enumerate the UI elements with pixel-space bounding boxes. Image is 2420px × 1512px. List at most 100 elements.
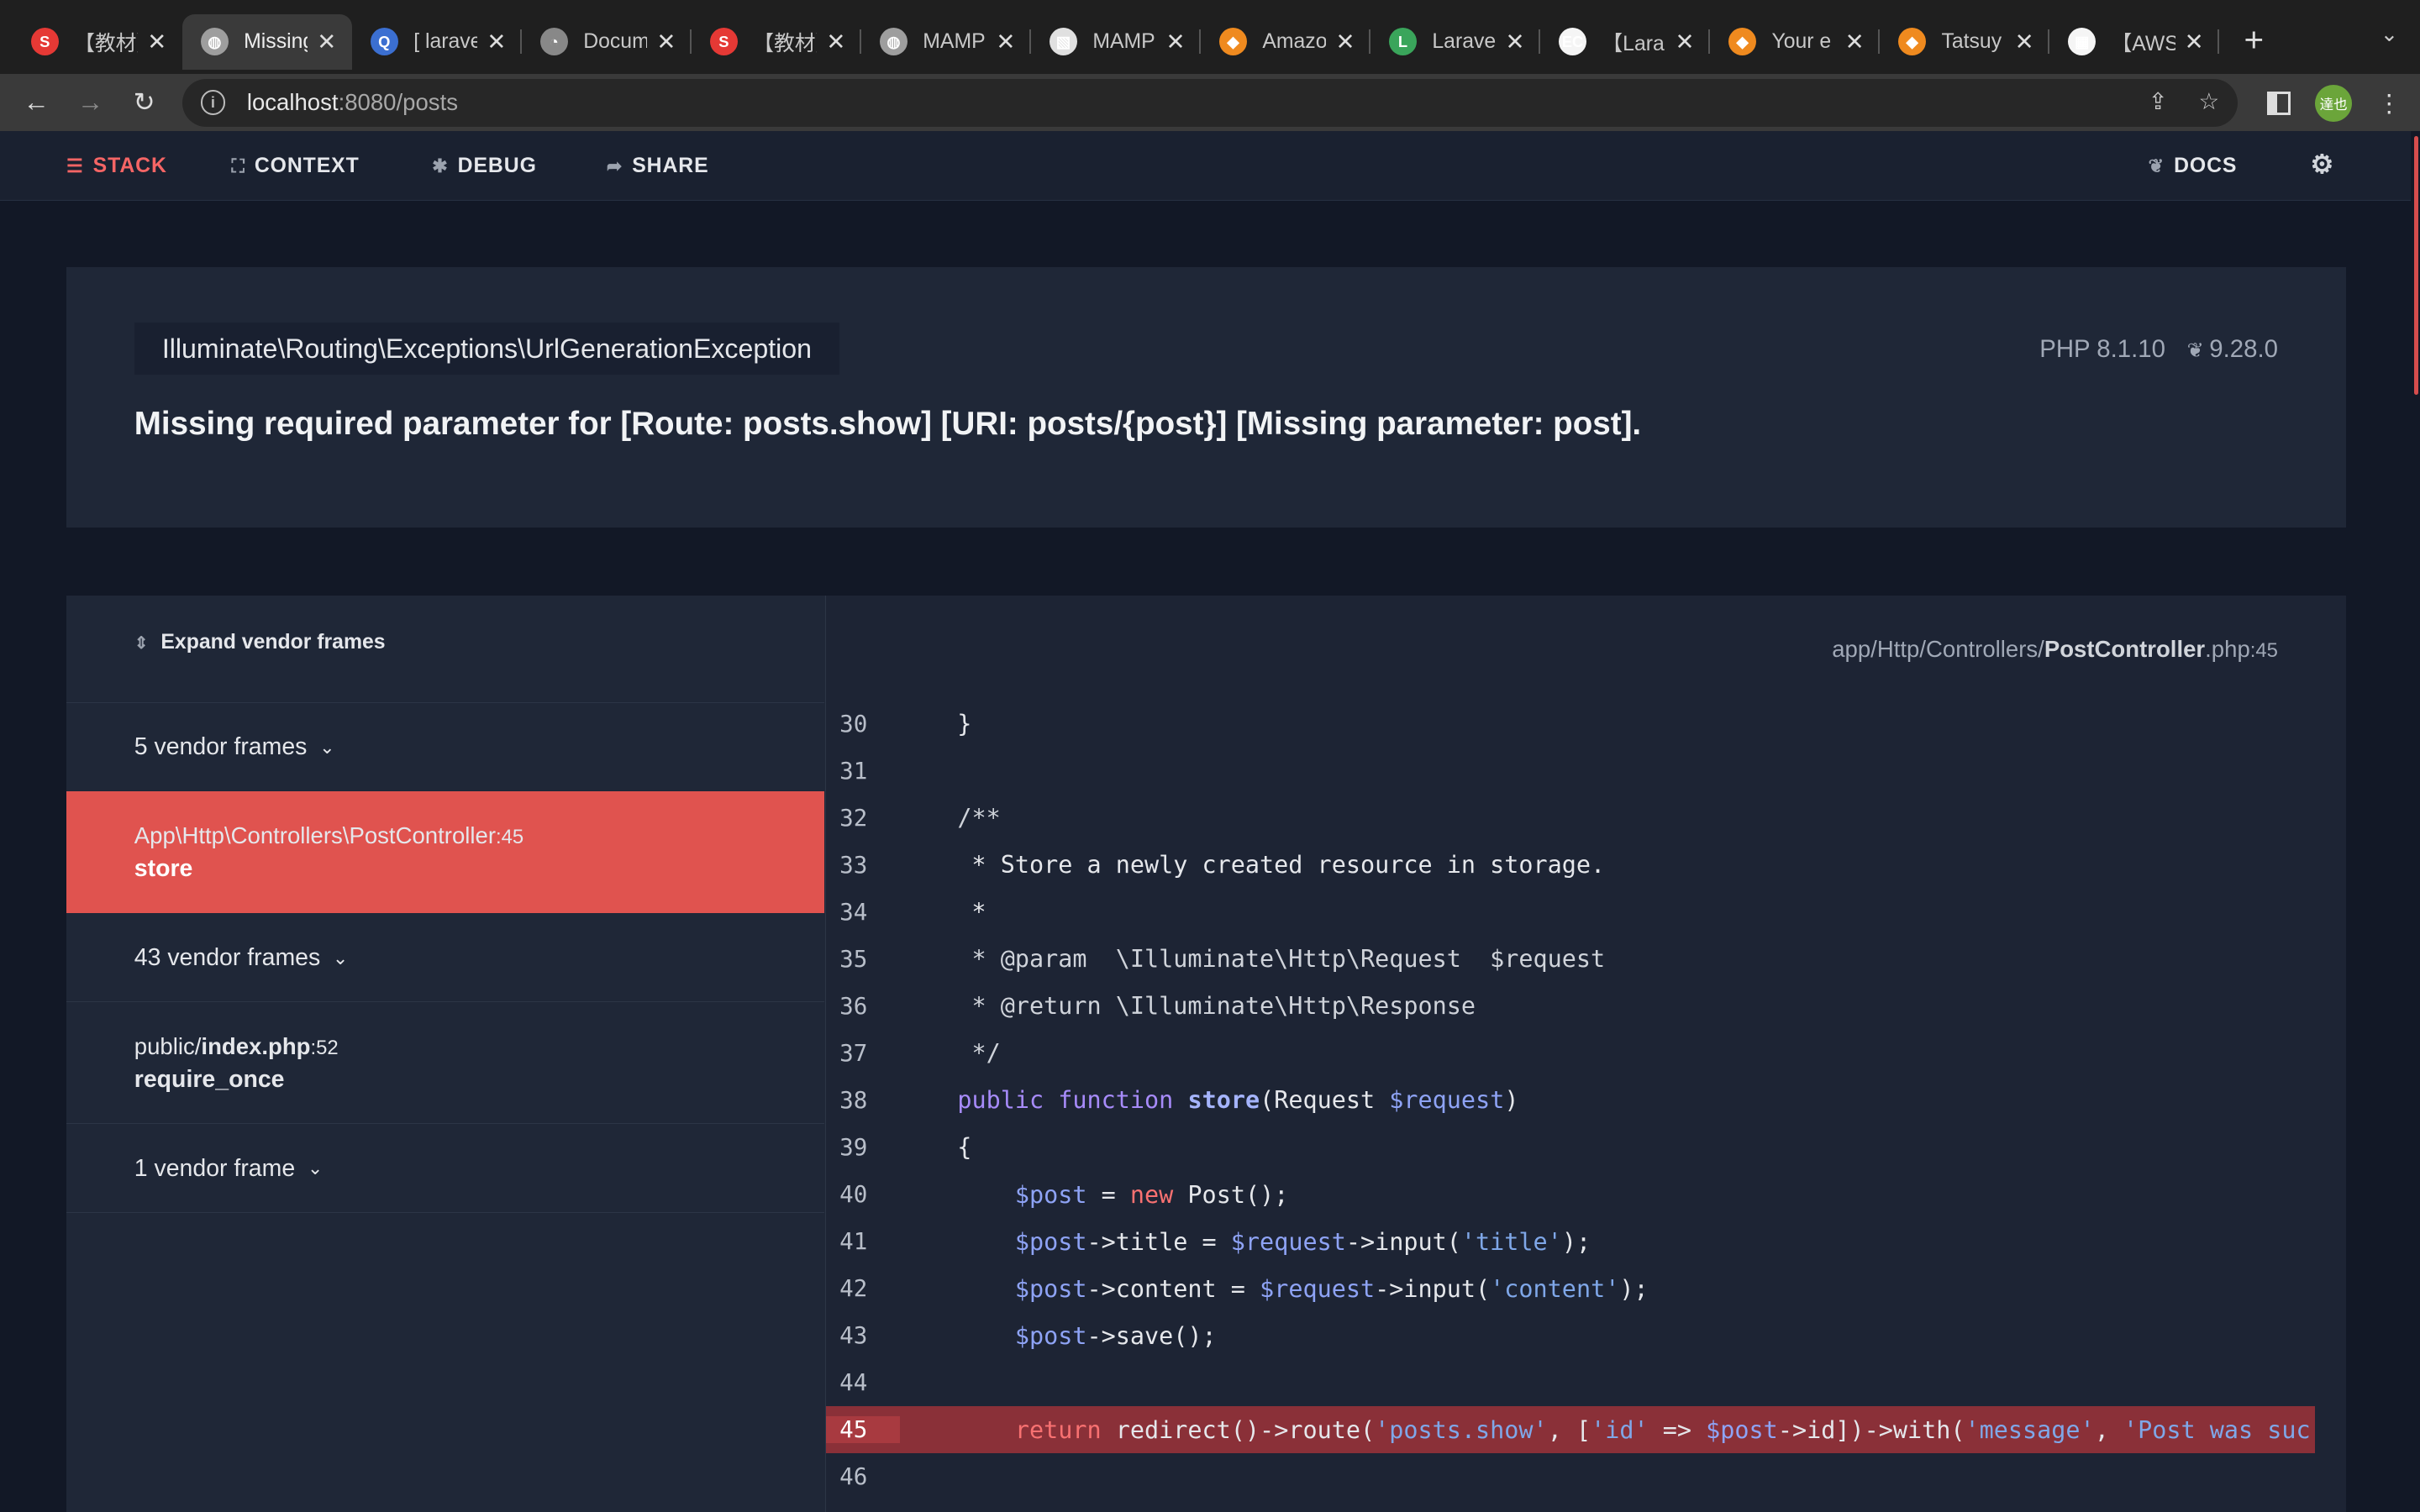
line-number[interactable]: 45 [825,1416,900,1444]
forward-arrow-icon[interactable]: → [63,87,117,118]
line-source: $post = new Post(); [1014,1180,1289,1209]
app-frame[interactable]: public/index.php:52 require_once [66,1001,824,1123]
browser-tab[interactable]: ◆ Amazo ✕ [1201,14,1370,70]
tab-title: 【AWS [2111,32,2175,55]
back-arrow-icon[interactable]: ← [9,87,63,118]
vendor-frames-group[interactable]: 5 vendor frames ⌄ [66,701,824,792]
browser-tab[interactable]: L Larave ✕ [1370,14,1540,70]
tab-close-icon[interactable]: ✕ [147,29,166,55]
tab-close-icon[interactable]: ✕ [1506,29,1525,55]
line-number[interactable]: 40 [826,1181,900,1208]
page-scrollbar-thumb[interactable] [2413,135,2419,396]
profile-avatar[interactable]: 達也 [2315,85,2353,123]
tab-close-icon[interactable]: ✕ [2015,29,2034,55]
line-number[interactable]: 42 [826,1275,900,1302]
address-bar[interactable]: i localhost:8080/posts ⇪ ☆ [182,78,2238,127]
code-line: 38 public function store(Request $reques… [826,1077,2315,1124]
vendor-frames-group[interactable]: 43 vendor frames ⌄ [66,913,824,1001]
tab-title: MAMP [923,29,986,53]
tab-close-icon[interactable]: ✕ [1676,29,1695,55]
tab-close-icon[interactable]: ✕ [317,29,336,55]
file-path[interactable]: app/Http/Controllers/PostController.php:… [1832,636,2278,663]
line-number[interactable]: 34 [826,899,900,926]
code-viewer: app/Http/Controllers/PostController.php:… [825,595,2346,1512]
browser-tab[interactable]: ◆ Tatsuy ✕ [1880,14,2050,70]
tab-close-icon[interactable]: ✕ [1335,29,1355,55]
line-number[interactable]: 38 [826,1087,900,1114]
code-line: 36 * @return \Illuminate\Http\Response [826,983,2315,1030]
laravel-version: ❦ 9.28.0 [2186,334,2278,363]
expand-vendor-frames-button[interactable]: ⇕ Expand vendor frames [134,631,386,654]
browser-tab[interactable]: ◍ MAMP ✕ [861,14,1031,70]
share-page-icon[interactable]: ⇪ [2149,88,2168,115]
tab-title: Missing [244,29,308,53]
tab-close-icon[interactable]: ✕ [996,29,1015,55]
code-line: 31 [826,748,2315,795]
side-panel-icon[interactable] [2267,92,2291,115]
browser-tab[interactable]: S 【教材】 ✕ [13,14,182,70]
laravel-logo-icon: ❦ [2148,155,2165,176]
browser-tab[interactable]: Q [ laravel ✕ [352,14,522,70]
browser-tab[interactable]: ◔ Docum ✕ [522,14,692,70]
site-info-icon[interactable]: i [200,90,226,115]
selected-frame[interactable]: App\Http\Controllers\PostController:45 s… [66,791,824,914]
vendor-frames-group[interactable]: 1 vendor frame ⌄ [66,1123,824,1213]
chevron-down-icon: ⌄ [307,1158,324,1179]
line-number[interactable]: 33 [826,852,900,879]
tab-close-icon[interactable]: ✕ [656,29,676,55]
bookmark-star-icon[interactable]: ☆ [2198,88,2219,115]
code-line: 34 * [826,889,2315,936]
browser-tab[interactable]: ◆ Your e ✕ [1710,14,1881,70]
nav-debug[interactable]: ✱ DEBUG [432,155,537,178]
line-source: $post->save(); [1014,1321,1217,1350]
tab-title: 【教材】 [753,32,817,55]
line-number[interactable]: 32 [826,805,900,832]
tab-favicon-icon: S [709,28,738,56]
line-number[interactable]: 44 [826,1369,900,1396]
new-tab-button[interactable]: + [2244,20,2264,60]
tab-close-icon[interactable]: ✕ [2185,29,2204,55]
line-source: * @param \Illuminate\Http\Request $reque… [971,945,1606,974]
tab-title: 【教材】 [74,32,138,55]
code-line: 43 $post->save(); [826,1312,2315,1359]
tab-close-icon[interactable]: ✕ [1845,29,1865,55]
nav-docs[interactable]: ❦ DOCS [2149,155,2238,178]
tab-search-chevron-icon[interactable]: ⌄ [2381,22,2399,47]
line-number[interactable]: 30 [826,711,900,738]
line-number[interactable]: 41 [826,1228,900,1255]
browser-tab[interactable]: S 【教材】 ✕ [692,14,861,70]
browser-tab[interactable]: ◍ Missing ✕ [182,13,352,70]
line-number[interactable]: 31 [826,758,900,785]
browser-tab[interactable]: EC 【Lara ✕ [1540,14,1710,70]
line-source: * [899,898,986,927]
line-source: $post->content = $request->input('conten… [1014,1274,1649,1303]
nav-share[interactable]: ➦ SHARE [607,155,709,178]
tab-close-icon[interactable]: ✕ [826,29,845,55]
settings-gear-icon[interactable]: ⚙ [2311,150,2335,180]
line-number[interactable]: 35 [826,946,900,973]
nav-context[interactable]: ⛶ CONTEXT [232,155,360,178]
tab-favicon-icon: ◆ [1218,28,1247,56]
ignition-nav: ☰ STACK ⛶ CONTEXT ✱ DEBUG ➦ SHARE ❦ DOCS ⚙ [0,131,2411,201]
reload-icon[interactable]: ↻ [118,87,171,118]
address-url[interactable]: localhost:8080/posts [247,89,458,116]
tab-favicon-icon: ▦ [2068,28,2096,56]
line-source: $post->title = $request->input('title'); [1014,1227,1591,1256]
browser-menu-icon[interactable]: ⋮ [2377,89,2402,118]
line-number[interactable]: 39 [826,1134,900,1161]
line-number[interactable]: 36 [826,993,900,1020]
line-number[interactable]: 37 [826,1040,900,1067]
tab-separator [2217,29,2220,55]
browser-tab[interactable]: ▦ 【AWS ✕ [2049,14,2220,70]
version-info: PHP 8.1.10 ❦ 9.28.0 [2039,335,2278,364]
browser-tab[interactable]: ▧ MAMP ✕ [1031,14,1201,70]
tab-close-icon[interactable]: ✕ [1165,29,1185,55]
line-number[interactable]: 46 [826,1463,900,1490]
line-number[interactable]: 43 [826,1322,900,1349]
tab-favicon-icon: ◍ [879,28,908,56]
browser-toolbar: ← → ↻ i localhost:8080/posts ⇪ ☆ 達也 ⋮ [0,74,2420,132]
nav-stack[interactable]: ☰ STACK [66,155,167,178]
stack-panel: ⇕ Expand vendor frames 5 vendor frames ⌄ … [66,595,2346,1512]
tab-close-icon[interactable]: ✕ [487,29,506,55]
stack-icon: ☰ [66,155,84,176]
